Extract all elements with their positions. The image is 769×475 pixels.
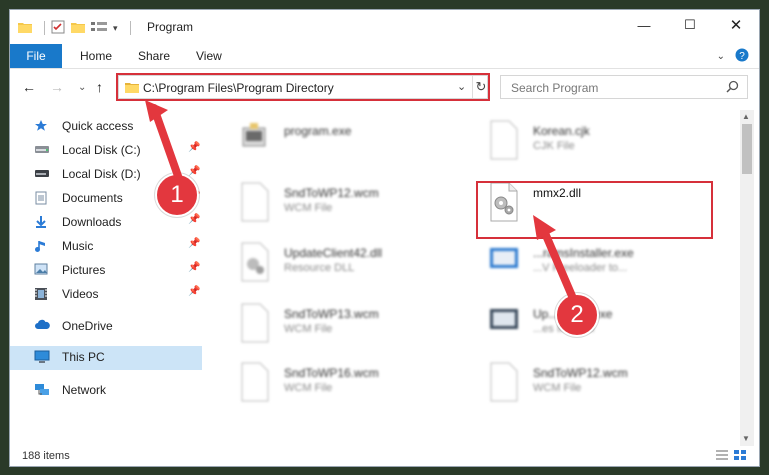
arrow-1-shaft <box>150 104 182 180</box>
annotation-arrows <box>145 100 576 300</box>
arrow-2-shaft <box>538 222 576 300</box>
